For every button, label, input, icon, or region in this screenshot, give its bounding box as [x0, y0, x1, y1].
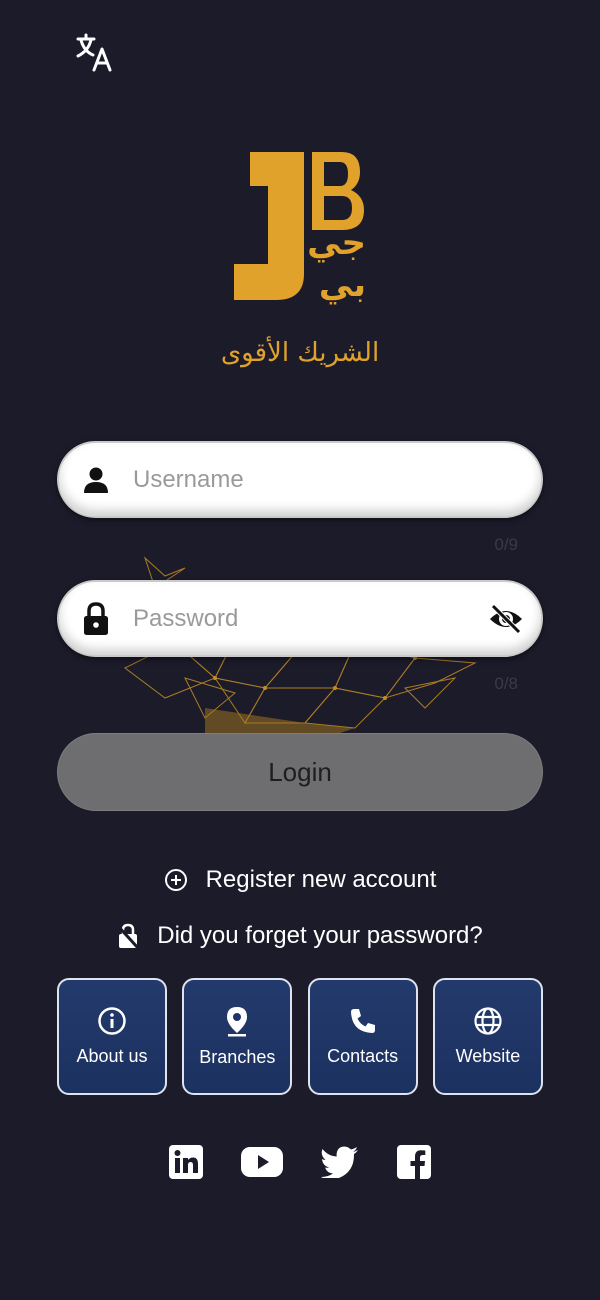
plus-circle-icon	[164, 868, 188, 892]
about-us-button[interactable]: About us	[57, 978, 167, 1095]
password-input[interactable]	[133, 582, 471, 655]
password-field[interactable]	[57, 580, 543, 657]
branches-label: Branches	[199, 1047, 276, 1067]
password-counter: 0/8	[494, 674, 518, 693]
linkedin-icon[interactable]	[169, 1145, 203, 1179]
eye-off-icon[interactable]	[471, 603, 541, 634]
username-counter: 0/9	[494, 535, 518, 554]
lock-icon	[59, 601, 133, 636]
login-label: Login	[268, 756, 332, 787]
brand-logo: JB جي بي	[224, 146, 376, 306]
brand-tagline: الشريك الأقوى	[220, 338, 380, 368]
contacts-button[interactable]: Contacts	[307, 978, 418, 1095]
translate-icon	[76, 33, 112, 72]
about-us-label: About us	[76, 1046, 148, 1066]
branches-button[interactable]: Branches	[182, 978, 293, 1095]
username-field[interactable]	[57, 441, 543, 518]
facebook-icon[interactable]	[397, 1145, 431, 1179]
location-pin-icon	[227, 1007, 248, 1037]
youtube-icon[interactable]	[241, 1146, 283, 1178]
logo-arabic-bottom: بي	[319, 265, 366, 305]
username-input[interactable]	[133, 443, 541, 516]
forgot-password-link[interactable]: Did you forget your password?	[0, 922, 600, 950]
lock-open-icon	[117, 923, 140, 949]
contacts-label: Contacts	[327, 1046, 399, 1066]
quick-links: About us Branches Contacts Website	[57, 978, 543, 1095]
logo-arabic-top: جي	[307, 223, 366, 263]
forgot-label: Did you forget your password?	[157, 922, 483, 949]
website-button[interactable]: Website	[432, 978, 543, 1095]
social-links	[0, 1140, 600, 1184]
website-label: Website	[455, 1046, 521, 1066]
register-label: Register new account	[205, 866, 437, 893]
globe-icon	[474, 1007, 502, 1035]
person-icon	[59, 465, 133, 495]
info-icon	[98, 1007, 126, 1035]
register-link[interactable]: Register new account	[0, 866, 600, 894]
login-button[interactable]: Login	[57, 733, 543, 811]
twitter-icon[interactable]	[321, 1146, 359, 1178]
phone-icon	[350, 1009, 375, 1033]
language-button[interactable]	[70, 30, 118, 74]
